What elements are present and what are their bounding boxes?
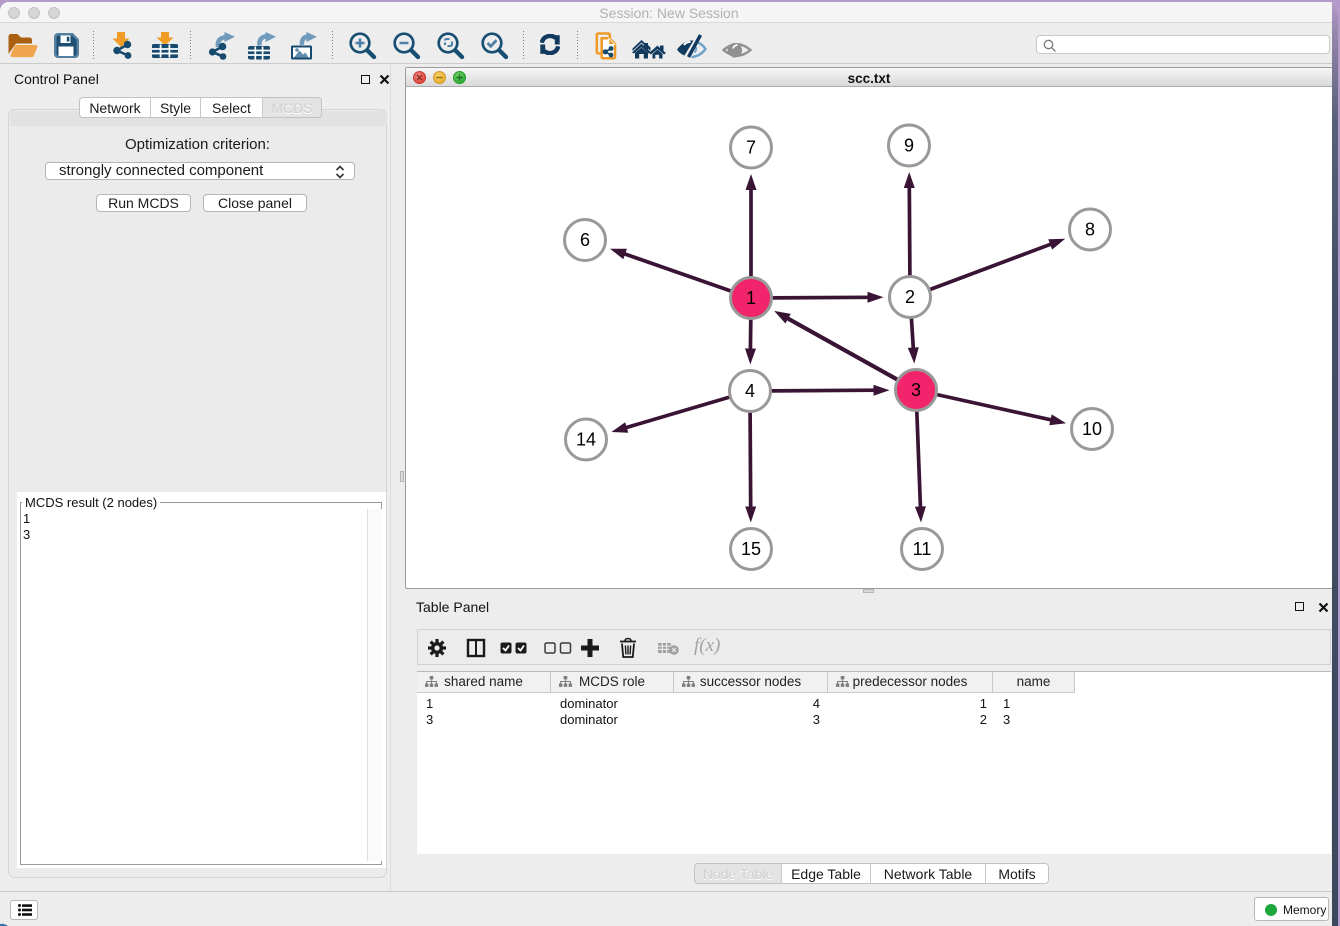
svg-text:3: 3 xyxy=(911,380,921,400)
svg-text:8: 8 xyxy=(1085,220,1095,240)
svg-text:10: 10 xyxy=(1082,419,1102,439)
svg-text:2: 2 xyxy=(905,287,915,307)
svg-text:14: 14 xyxy=(576,430,596,450)
svg-text:15: 15 xyxy=(741,539,761,559)
svg-text:11: 11 xyxy=(913,539,932,559)
svg-text:4: 4 xyxy=(745,381,755,401)
svg-text:9: 9 xyxy=(904,136,914,156)
svg-text:7: 7 xyxy=(746,138,756,158)
svg-text:1: 1 xyxy=(746,288,756,308)
svg-text:6: 6 xyxy=(580,230,590,250)
